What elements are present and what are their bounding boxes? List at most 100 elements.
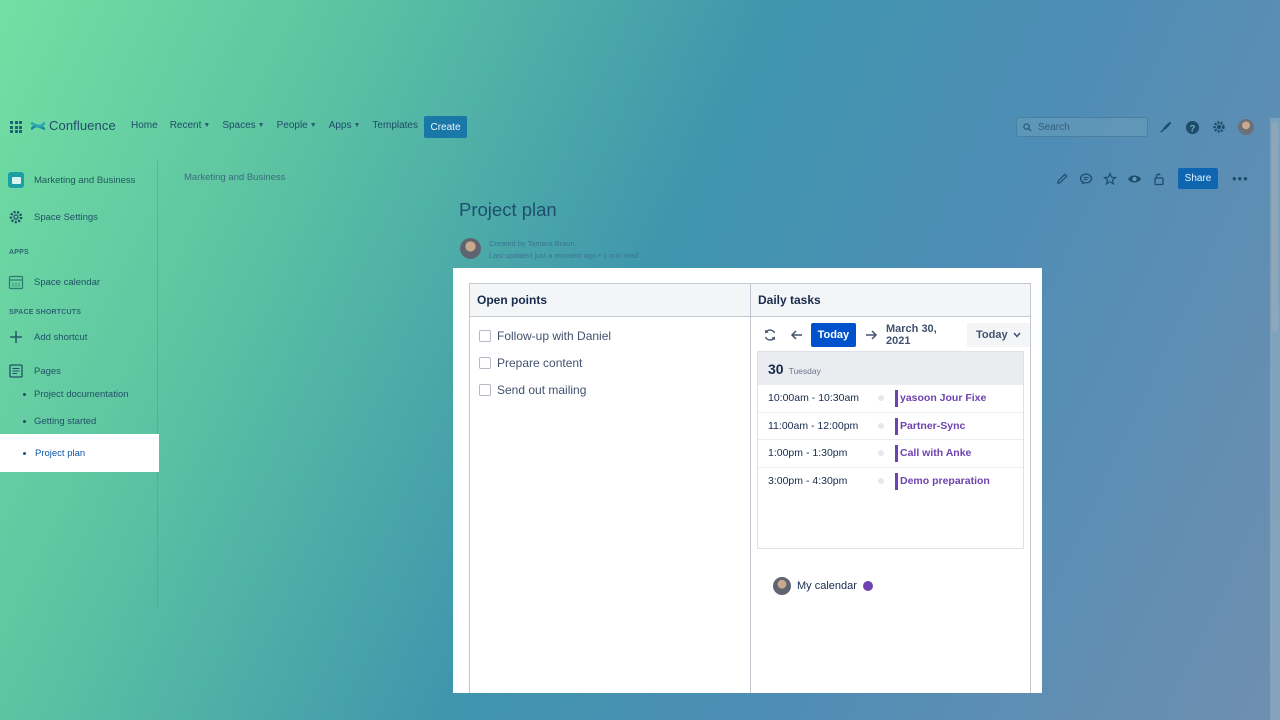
chevron-down-icon: ▼	[353, 122, 361, 129]
event-color-bar	[895, 417, 898, 435]
sidebar-page-project-documentation[interactable]: Project documentation	[23, 389, 129, 400]
page-item-label: Project documentation	[34, 389, 129, 400]
layout-table: Open points Follow-up with Daniel Prepar…	[469, 283, 1031, 693]
daily-tasks-header: Daily tasks	[751, 284, 1030, 317]
chevron-down-icon: ▼	[309, 122, 317, 129]
nav-recent[interactable]: Recent ▼	[170, 120, 211, 131]
todo-label: Follow-up with Daniel	[497, 329, 612, 343]
calendar-date-label: March 30, 2021	[885, 323, 937, 347]
sidebar-add-shortcut[interactable]: Add shortcut	[8, 329, 87, 345]
restrictions-lock-icon[interactable]	[1150, 171, 1166, 187]
page-scrollbar[interactable]	[1270, 118, 1280, 720]
sidebar-pages[interactable]: Pages	[8, 363, 61, 379]
todo-item[interactable]: Prepare content	[479, 356, 582, 370]
confluence-logo-icon	[31, 121, 45, 130]
daily-tasks-column: Daily tasks Today March 30, 2021 Today 3…	[751, 284, 1030, 693]
watch-eye-icon[interactable]	[1126, 171, 1142, 187]
event-time: 10:00am - 10:30am	[768, 392, 860, 405]
read-time: 1 min read	[602, 251, 639, 260]
refresh-icon[interactable]	[759, 324, 781, 346]
page-item-label: Getting started	[34, 416, 97, 427]
bullet	[23, 451, 26, 455]
calendar-owner-avatar	[773, 577, 791, 595]
user-avatar[interactable]	[1238, 119, 1254, 135]
space-name: Marketing and Business	[34, 174, 136, 186]
page-actions: Share •••	[1054, 168, 1249, 189]
share-button[interactable]: Share	[1178, 168, 1218, 189]
open-points-column: Open points Follow-up with Daniel Prepar…	[470, 284, 751, 693]
sidebar-space-calendar[interactable]: Space calendar	[8, 274, 100, 290]
author-avatar[interactable]	[460, 238, 481, 259]
chevron-down-icon: ▼	[257, 122, 265, 129]
content-panel: Open points Follow-up with Daniel Prepar…	[453, 268, 1042, 693]
sidebar-space-home[interactable]: Marketing and Business	[8, 172, 135, 188]
calendar-icon	[8, 275, 24, 290]
nav-people[interactable]: People ▼	[277, 120, 317, 131]
event-time: 11:00am - 12:00pm	[768, 419, 859, 432]
calendar-event[interactable]: 11:00am - 12:00pm Partner-Sync	[758, 413, 1023, 440]
todo-checkbox[interactable]	[479, 384, 491, 396]
app-switcher-icon[interactable]	[10, 121, 22, 133]
nav-spaces[interactable]: Spaces ▼	[222, 120, 264, 131]
event-dot	[878, 450, 884, 457]
event-dot	[878, 478, 884, 485]
calendar-event[interactable]: 1:00pm - 1:30pm Call with Anke	[758, 440, 1023, 468]
day-number: 30	[768, 361, 784, 377]
edit-pencil-icon[interactable]	[1054, 171, 1070, 187]
comment-icon[interactable]	[1078, 171, 1094, 187]
svg-text:?: ?	[1189, 123, 1195, 133]
notifications-rocket-icon[interactable]	[1157, 119, 1173, 135]
calendar-day-view: 30 Tuesday 10:00am - 10:30am yasoon Jour…	[757, 351, 1024, 549]
nav-home[interactable]: Home	[131, 120, 158, 131]
created-by[interactable]: Created by Tamara Braun	[489, 238, 638, 250]
nav-templates[interactable]: Templates	[372, 120, 418, 131]
legend-label: My calendar	[797, 580, 857, 592]
event-time: 1:00pm - 1:30pm	[768, 447, 848, 460]
settings-gear-icon[interactable]	[1211, 119, 1227, 135]
breadcrumb[interactable]: Marketing and Business	[184, 172, 285, 183]
pages-label: Pages	[34, 365, 61, 377]
scrollbar-thumb[interactable]	[1272, 122, 1278, 332]
previous-arrow-icon[interactable]	[786, 324, 808, 346]
todo-item[interactable]: Send out mailing	[479, 383, 586, 397]
add-shortcut-label: Add shortcut	[34, 331, 88, 343]
nav-apps[interactable]: Apps ▼	[329, 120, 361, 131]
bullet	[23, 393, 26, 396]
space-calendar-label: Space calendar	[34, 276, 101, 288]
last-updated[interactable]: Last updated just a moment ago	[489, 251, 596, 260]
space-icon	[8, 172, 24, 188]
chevron-down-icon	[1012, 332, 1021, 338]
todo-checkbox[interactable]	[479, 357, 491, 369]
sidebar-page-project-plan[interactable]: Project plan	[0, 434, 159, 472]
sidebar-space-settings[interactable]: Space Settings	[8, 209, 98, 225]
day-name: Tuesday	[788, 366, 821, 376]
help-icon[interactable]: ?	[1184, 119, 1200, 135]
nav-spaces-label: Spaces	[222, 120, 256, 131]
create-button[interactable]: Create	[424, 116, 467, 138]
search-input[interactable]: Search	[1016, 117, 1148, 137]
plus-icon	[10, 331, 22, 343]
calendar-event[interactable]: 3:00pm - 4:30pm Demo preparation	[758, 468, 1023, 496]
view-selector-label: Today	[975, 329, 1008, 341]
event-title: Demo preparation	[900, 475, 990, 488]
logo-text: Confluence	[49, 118, 116, 133]
confluence-logo[interactable]: Confluence	[31, 118, 116, 133]
event-color-bar	[895, 445, 898, 462]
sidebar-page-getting-started[interactable]: Getting started	[23, 416, 96, 427]
event-dot	[878, 395, 884, 402]
last-updated-line: Last updated just a moment ago • 1 min r…	[489, 250, 638, 262]
calendar-legend[interactable]: My calendar	[773, 577, 873, 595]
todo-checkbox[interactable]	[479, 330, 491, 342]
event-time: 3:00pm - 4:30pm	[768, 475, 848, 488]
page-title: Project plan	[459, 199, 557, 220]
today-button[interactable]: Today	[810, 323, 857, 347]
view-selector[interactable]: Today	[966, 323, 1030, 347]
next-arrow-icon[interactable]	[860, 324, 882, 346]
more-actions-icon[interactable]: •••	[1232, 171, 1249, 186]
todo-item[interactable]: Follow-up with Daniel	[479, 329, 611, 343]
search-icon	[1023, 122, 1032, 132]
page-byline: Created by Tamara Braun Last updated jus…	[460, 238, 638, 262]
star-icon[interactable]	[1102, 171, 1118, 187]
calendar-event[interactable]: 10:00am - 10:30am yasoon Jour Fixe	[758, 385, 1023, 413]
nav-recent-label: Recent	[169, 120, 202, 131]
